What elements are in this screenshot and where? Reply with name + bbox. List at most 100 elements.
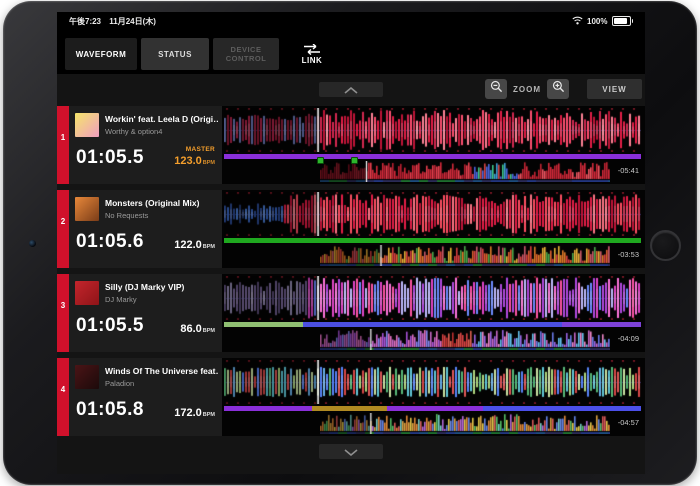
main-waveform[interactable] (224, 108, 641, 152)
bpm-display: 172.0 BPM (174, 407, 215, 419)
bpm-unit: BPM (202, 328, 215, 334)
bpm-value: 122.0 (174, 239, 202, 251)
bpm-display: 123.0 BPM (174, 155, 215, 167)
tab-device-control-label: DEVICE CONTROL (225, 44, 267, 63)
phrase-progress-bar (224, 406, 641, 411)
track-info-card[interactable]: Workin' feat. Leela D (Origi… Worthy & o… (69, 106, 222, 184)
main-waveform[interactable] (224, 192, 641, 236)
overview-waveform[interactable] (320, 413, 610, 434)
remaining-time: -05:41 (617, 166, 639, 175)
overview-waveform[interactable] (320, 161, 610, 182)
tab-link-label: LINK (301, 55, 323, 65)
album-art (75, 281, 99, 305)
chevron-down-icon (344, 443, 358, 461)
zoom-label: ZOOM (513, 84, 541, 94)
zoom-in-button[interactable] (547, 79, 569, 99)
track-artist: No Requests (105, 211, 149, 220)
bpm-display: 122.0 BPM (174, 239, 215, 251)
magnifier-minus-icon (490, 80, 503, 98)
cue-point-marker[interactable] (317, 157, 324, 164)
album-art (75, 113, 99, 137)
zoom-controls: ZOOM VIEW (485, 79, 642, 99)
wifi-icon (572, 16, 583, 27)
status-date: 11月24日(木) (109, 16, 156, 26)
bpm-value: 172.0 (174, 407, 202, 419)
main-waveform[interactable] (224, 276, 641, 320)
cue-point-marker[interactable] (350, 157, 358, 164)
phrase-progress-bar (224, 238, 641, 243)
view-button-label: VIEW (602, 84, 627, 94)
remaining-time: -04:09 (617, 334, 639, 343)
deck-number-strip: 2 (57, 190, 69, 268)
elapsed-time: 01:05.8 (76, 399, 144, 420)
tab-bar: WAVEFORM STATUS DEVICE CONTROL LINK (65, 38, 339, 70)
deck-number: 3 (60, 301, 66, 310)
deck-row-1[interactable]: 1 Workin' feat. Leela D (Origi… Worthy &… (57, 106, 645, 184)
remaining-time: -04:57 (617, 418, 639, 427)
tab-device-control: DEVICE CONTROL (213, 38, 279, 70)
tab-status-label: STATUS (158, 49, 192, 59)
collapse-button[interactable] (319, 82, 383, 97)
waveform-area: -04:57 (224, 358, 641, 436)
chevron-up-icon (344, 81, 358, 99)
deck-number: 4 (60, 385, 66, 394)
clock: 午後7:23 11月24日(木) (69, 16, 162, 27)
overview-waveform[interactable] (320, 245, 610, 266)
status-time: 午後7:23 (69, 16, 102, 26)
phrase-progress-bar (224, 154, 641, 159)
waveform-area: -03:53 (224, 190, 641, 268)
deck-number-strip: 4 (57, 358, 69, 436)
link-arrows-icon (303, 43, 321, 55)
track-title: Winds Of The Universe feat… (105, 366, 218, 376)
app-screen: 午後7:23 11月24日(木) 100% WAVEFORM STATUS DE… (57, 12, 645, 474)
home-button[interactable] (650, 230, 681, 261)
track-artist: Paladion (105, 379, 135, 388)
phrase-progress-bar (224, 322, 641, 327)
front-camera-icon (29, 240, 36, 247)
stage: 午後7:23 11月24日(木) 100% WAVEFORM STATUS DE… (0, 0, 700, 486)
view-button[interactable]: VIEW (587, 79, 642, 99)
deck-row-3[interactable]: 3 Silly (DJ Marky VIP) DJ Marky 01:05.5 … (57, 274, 645, 352)
bpm-unit: BPM (202, 160, 215, 166)
tab-link[interactable]: LINK (289, 38, 335, 70)
expand-button[interactable] (319, 444, 383, 459)
content-panel: ZOOM VIEW 1 Workin' feat. Leela D (Origi… (57, 74, 645, 474)
battery-percent: 100% (587, 16, 608, 26)
main-waveform[interactable] (224, 360, 641, 404)
deck-number: 2 (60, 217, 66, 226)
deck-row-2[interactable]: 2 Monsters (Original Mix) No Requests 01… (57, 190, 645, 268)
overview-waveform[interactable] (320, 329, 610, 350)
tab-waveform-label: WAVEFORM (75, 49, 127, 59)
album-art (75, 197, 99, 221)
elapsed-time: 01:05.5 (76, 147, 144, 168)
zoom-out-button[interactable] (485, 79, 507, 99)
bpm-unit: BPM (202, 244, 215, 250)
track-info-card[interactable]: Silly (DJ Marky VIP) DJ Marky 01:05.5 86… (69, 274, 222, 352)
tab-status[interactable]: STATUS (141, 38, 209, 70)
waveform-area: -05:41 (224, 106, 641, 184)
deck-row-4[interactable]: 4 Winds Of The Universe feat… Paladion 0… (57, 358, 645, 436)
tab-waveform[interactable]: WAVEFORM (65, 38, 137, 70)
track-title: Monsters (Original Mix) (105, 198, 200, 208)
deck-list: 1 Workin' feat. Leela D (Origi… Worthy &… (57, 106, 645, 442)
bpm-unit: BPM (202, 412, 215, 418)
ipad-body: 午後7:23 11月24日(木) 100% WAVEFORM STATUS DE… (3, 1, 697, 485)
master-badge: MASTER (185, 146, 215, 153)
deck-number-strip: 3 (57, 274, 69, 352)
deck-number-strip: 1 (57, 106, 69, 184)
track-artist: Worthy & option4 (105, 127, 163, 136)
elapsed-time: 01:05.5 (76, 315, 144, 336)
magnifier-plus-icon (552, 80, 565, 98)
deck-number: 1 (60, 133, 66, 142)
elapsed-time: 01:05.6 (76, 231, 144, 252)
battery-icon (611, 16, 633, 26)
track-info-card[interactable]: Winds Of The Universe feat… Paladion 01:… (69, 358, 222, 436)
remaining-time: -03:53 (617, 250, 639, 259)
status-bar: 午後7:23 11月24日(木) 100% (57, 12, 645, 28)
album-art (75, 365, 99, 389)
track-info-card[interactable]: Monsters (Original Mix) No Requests 01:0… (69, 190, 222, 268)
track-artist: DJ Marky (105, 295, 137, 304)
bpm-value: 123.0 (174, 155, 202, 167)
bpm-display: 86.0 BPM (180, 323, 215, 335)
track-title: Silly (DJ Marky VIP) (105, 282, 185, 292)
